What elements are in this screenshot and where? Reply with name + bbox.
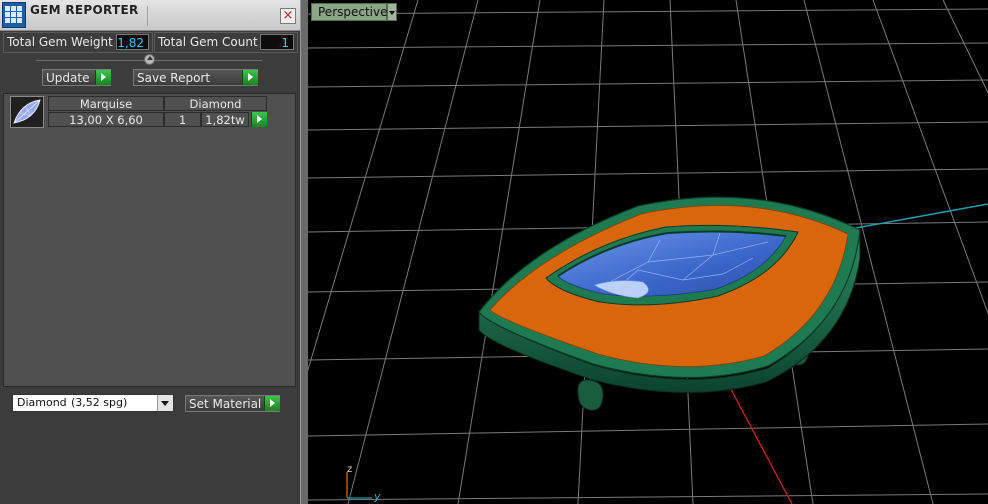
marquise-gem-icon xyxy=(13,99,41,124)
update-button[interactable]: Update xyxy=(42,69,111,86)
update-play-icon xyxy=(95,70,111,85)
axis-gizmo: z y xyxy=(342,464,382,503)
axis-y-label: y xyxy=(374,490,381,503)
chevron-down-icon[interactable] xyxy=(157,395,173,411)
material-select-name: Diamond xyxy=(17,396,67,409)
viewport-canvas xyxy=(308,0,988,504)
panel-title: GEM REPORTER xyxy=(30,3,139,17)
gem-row-expand-icon[interactable] xyxy=(251,112,267,127)
perspective-viewport[interactable]: Perspective z y xyxy=(308,0,988,504)
save-report-play-icon xyxy=(242,70,258,85)
set-material-button-label: Set Material xyxy=(189,397,262,411)
gem-count-cell: 1 xyxy=(164,112,201,127)
total-gem-count-value: 1 xyxy=(260,34,294,50)
total-gem-weight-value: 1,82 xyxy=(116,34,149,50)
axis-z-label: z xyxy=(347,464,353,475)
material-select[interactable]: Diamond (3,52 spg) xyxy=(12,394,174,412)
set-material-button[interactable]: Set Material xyxy=(185,395,280,412)
gem-size-cell: 13,00 X 6,60 xyxy=(48,112,164,127)
collapse-toggle[interactable] xyxy=(144,54,155,65)
save-report-button[interactable]: Save Report xyxy=(133,69,258,86)
gem-weight-cell: 1,82tw xyxy=(201,112,249,127)
gem-thumbnail[interactable] xyxy=(10,96,44,128)
gem-reporter-app-icon xyxy=(2,2,26,28)
title-bar: GEM REPORTER × xyxy=(0,0,300,31)
view-mode-dropdown-icon[interactable] xyxy=(387,3,397,21)
total-gem-count-label: Total Gem Count xyxy=(158,35,258,49)
gem-shape-cell: Marquise xyxy=(48,96,164,111)
gem-material-cell: Diamond xyxy=(164,96,267,111)
material-select-density: (3,52 spg) xyxy=(71,396,128,409)
total-gem-weight-label: Total Gem Weight xyxy=(7,35,113,49)
x-axis-line xyxy=(725,379,793,504)
view-mode-label[interactable]: Perspective xyxy=(311,3,388,21)
gem-reporter-panel: GEM REPORTER × Total Gem Weight 1,82 Tot… xyxy=(0,0,300,504)
update-button-label: Update xyxy=(46,71,90,85)
set-material-play-icon xyxy=(264,396,280,411)
y-axis-line xyxy=(855,203,988,229)
save-report-button-label: Save Report xyxy=(137,71,211,85)
close-button[interactable]: × xyxy=(280,8,296,24)
gem-list: Marquise Diamond 13,00 X 6,60 1 1,82tw xyxy=(3,93,296,387)
